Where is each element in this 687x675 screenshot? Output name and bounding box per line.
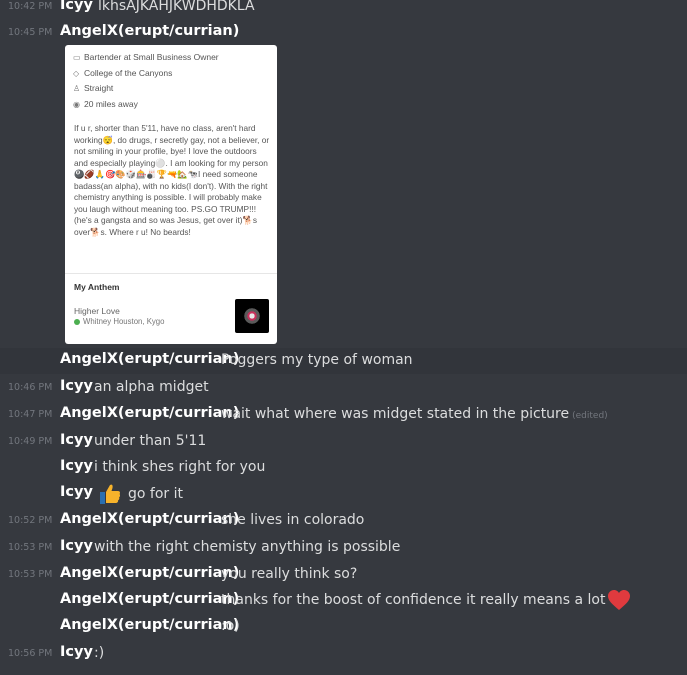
message-row: Icyy go for it — [0, 481, 687, 507]
message-row: AngelX(erupt/currian) Poggers my type of… — [0, 348, 687, 374]
thumbs-up-icon — [100, 484, 121, 504]
message-row: 10:56 PM Icyy :) — [0, 641, 687, 667]
job-text: Bartender at Small Business Owner — [84, 52, 219, 62]
timestamp: 10:42 PM — [8, 1, 53, 12]
timestamp: 10:53 PM — [8, 569, 53, 580]
message-row: AngelX(erupt/currian) :o) — [0, 614, 687, 640]
person-icon: ♙ — [73, 84, 81, 94]
profile-info: ▭ Bartender at Small Business Owner ◇ Coll… — [73, 50, 219, 112]
emoji-string-icon: 🎱🏈🙏🎯🎨🎲🎰🎳🏆🔫🏡🐄 — [74, 169, 198, 179]
message-text: Poggers my type of woman — [221, 352, 413, 368]
author-name[interactable]: Icyy — [60, 432, 93, 448]
timestamp: 10:53 PM — [8, 542, 53, 553]
message-text: lkhsAJKAHJKWDHDKLA — [98, 0, 255, 14]
author-name[interactable]: AngelX(erupt/currian) — [60, 23, 239, 39]
message-row: 10:45 PM AngelX(erupt/currian) — [0, 20, 687, 46]
author-name[interactable]: AngelX(erupt/currian) — [60, 565, 239, 581]
bio-text: s. Where r u! No beards! — [100, 226, 191, 237]
image-attachment[interactable]: ▭ Bartender at Small Business Owner ◇ Coll… — [65, 45, 277, 344]
author-name[interactable]: Icyy — [60, 378, 93, 394]
message-row: Icyy i think shes right for you — [0, 455, 687, 481]
message-body: thanks for the boost of confidence it re… — [221, 592, 606, 608]
artist-text: Whitney Houston, Kygo — [83, 317, 165, 326]
author-name[interactable]: AngelX(erupt/currian) — [60, 351, 239, 367]
school-text: College of the Canyons — [84, 67, 173, 78]
author-name[interactable]: Icyy — [60, 484, 93, 500]
message-text: she lives in colorado — [221, 512, 365, 528]
timestamp: 10:46 PM — [8, 382, 53, 393]
message-row: 10:52 PM AngelX(erupt/currian) she lives… — [0, 508, 687, 534]
message-text: :o) — [221, 618, 240, 634]
message-row: 10:42 PM Icyy lkhsAJKAHJKWDHDKLA — [0, 0, 687, 20]
message-row: 10:53 PM Icyy with the right chemisty an… — [0, 535, 687, 561]
author-name[interactable]: AngelX(erupt/currian) — [60, 511, 239, 527]
message-text: thanks for the boost of confidence it re… — [221, 589, 631, 611]
bio-text: . I am looking for my person — [165, 157, 268, 168]
briefcase-icon: ▭ — [73, 53, 81, 62]
message-text: go for it — [92, 482, 183, 506]
message-row: 10:49 PM Icyy under than 5'11 — [0, 429, 687, 455]
timestamp: 10:47 PM — [8, 409, 53, 420]
song-title: Higher Love — [74, 306, 120, 316]
message-text: with the right chemisty anything is poss… — [94, 539, 401, 555]
timestamp: 10:49 PM — [8, 436, 53, 447]
song-artist: Whitney Houston, Kygo — [74, 317, 164, 326]
message-text: wait what where was midget stated in the… — [221, 406, 608, 422]
anthem-heading: My Anthem — [74, 282, 120, 292]
dog-emoji-icon: 🐕 — [90, 226, 101, 237]
location-pin-icon: ◉ — [73, 99, 80, 109]
message-body: wait what where was midget stated in the… — [221, 406, 570, 422]
album-art — [235, 299, 269, 333]
profile-bio: If u r, shorter than 5'11, have no class… — [74, 123, 272, 238]
message-body: go for it — [128, 486, 183, 502]
golf-ball-emoji-icon: ⚪ — [155, 157, 166, 168]
timestamp: 10:56 PM — [8, 648, 53, 659]
author-name[interactable]: Icyy — [60, 644, 93, 660]
message-row: 10:46 PM Icyy an alpha midget — [0, 375, 687, 401]
message-text: you really think so? — [221, 566, 358, 582]
timestamp: 10:52 PM — [8, 515, 53, 526]
author-name[interactable]: Icyy — [60, 538, 93, 554]
heart-icon — [608, 590, 631, 610]
timestamp: 10:45 PM — [8, 27, 53, 38]
message-row: AngelX(erupt/currian) thanks for the boo… — [0, 588, 687, 614]
message-row: 10:53 PM AngelX(erupt/currian) you reall… — [0, 562, 687, 588]
author-name[interactable]: AngelX(erupt/currian) — [60, 405, 239, 421]
divider — [65, 273, 277, 274]
author-name[interactable]: Icyy — [60, 458, 93, 474]
author-name[interactable]: AngelX(erupt/currian) — [60, 617, 239, 633]
message-text: :) — [94, 645, 105, 661]
orientation-text: Straight — [84, 83, 114, 94]
edited-label: (edited) — [572, 411, 608, 421]
author-name[interactable]: Icyy — [60, 0, 93, 13]
dog-emoji-icon: 🐕 — [242, 215, 253, 225]
author-name[interactable]: AngelX(erupt/currian) — [60, 591, 239, 607]
message-text: an alpha midget — [94, 379, 209, 395]
sleeping-emoji-icon: 😴 — [102, 134, 113, 145]
distance-text: 20 miles away — [84, 98, 138, 109]
graduation-cap-icon: ◇ — [73, 68, 80, 78]
spotify-icon — [74, 318, 80, 325]
message-row: 10:47 PM AngelX(erupt/currian) wait what… — [0, 402, 687, 428]
message-text: i think shes right for you — [94, 459, 266, 475]
message-text: under than 5'11 — [94, 433, 207, 449]
